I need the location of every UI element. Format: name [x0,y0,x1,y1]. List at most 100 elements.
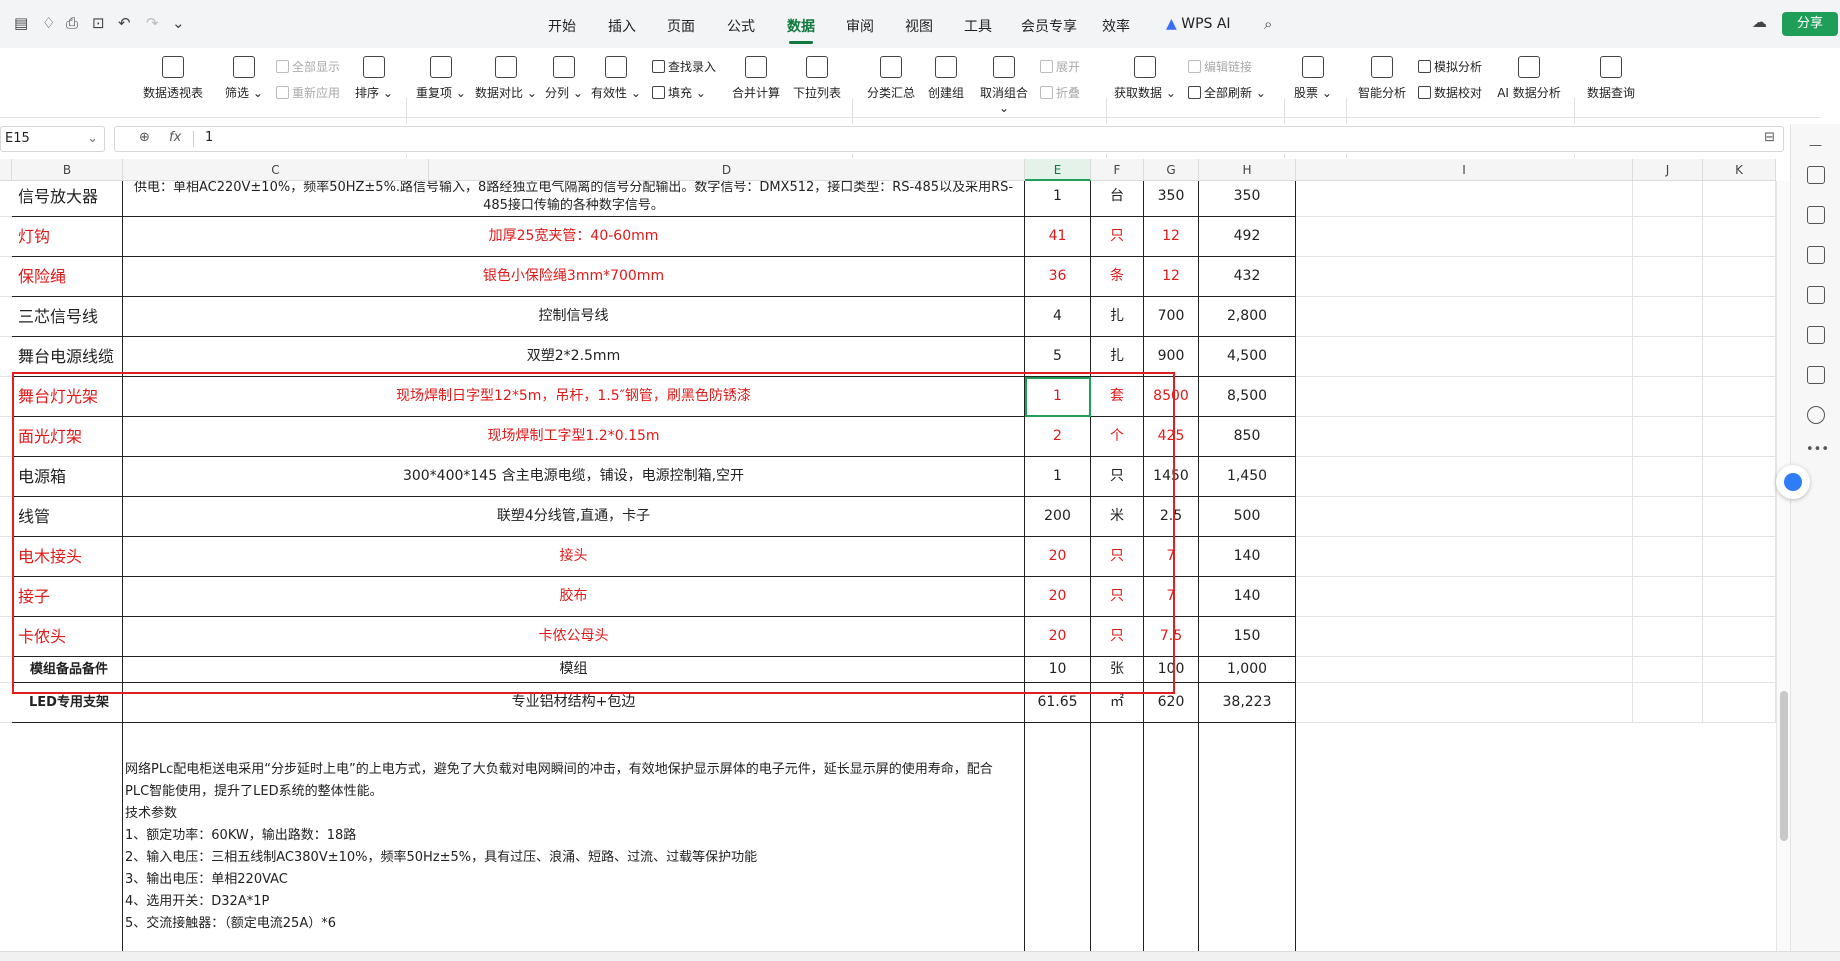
cell-qty[interactable]: 1 [1025,457,1091,497]
cell-qty[interactable]: 4 [1025,297,1091,337]
file-icon[interactable]: ▤ [14,14,28,32]
data-proofread-button[interactable]: 数据校对 [1418,84,1482,101]
cell-desc[interactable]: 加厚25宽夹管：40-60mm [123,217,1025,257]
tab-page[interactable]: 页面 [667,16,695,36]
tab-home[interactable]: 开始 [548,16,576,36]
what-if-button[interactable]: 模拟分析 [1418,58,1482,75]
cell-name[interactable]: 三芯信号线 [12,297,123,337]
pin-icon[interactable]: ♢ [42,14,55,32]
cell-unit[interactable]: 只 [1091,217,1144,257]
cursor-icon[interactable] [1807,166,1825,184]
empty-cell[interactable] [1703,537,1776,577]
share-button[interactable]: 分享 [1782,12,1838,36]
cell-unit[interactable]: 个 [1091,417,1144,457]
cell-desc[interactable]: 胶布 [123,577,1025,617]
cell-desc[interactable]: 供电：单相AC220V±10%，频率50HZ±5%.路信号输入，8路经独立电气隔… [123,181,1025,217]
cell-total[interactable]: 850 [1199,417,1296,457]
redo-icon[interactable]: ↷ [146,14,159,32]
tools-icon[interactable] [1807,286,1825,304]
cell-qty[interactable]: 20 [1025,537,1091,577]
tab-tools[interactable]: 工具 [964,16,992,36]
settings-icon[interactable] [1807,206,1825,224]
empty-cell[interactable] [1703,377,1776,417]
empty-cell[interactable] [1703,683,1776,723]
cell-name[interactable]: 电木接头 [12,537,123,577]
cell-qty[interactable]: 20 [1025,577,1091,617]
cell-qty[interactable]: 20 [1025,617,1091,657]
cell-unit[interactable]: 张 [1091,657,1144,683]
col-header-j[interactable]: J [1633,159,1703,181]
get-data-button[interactable]: 获取数据 ⌄ [1114,56,1176,101]
cell-qty[interactable]: 2 [1025,417,1091,457]
undo-icon[interactable]: ↶ [118,14,131,32]
cell-qty[interactable]: 41 [1025,217,1091,257]
expand-formula-icon[interactable]: ⊟ [1764,130,1775,145]
tab-insert[interactable]: 插入 [608,16,636,36]
expand-button[interactable]: 展开 [1040,58,1080,75]
cell-unit[interactable]: 只 [1091,457,1144,497]
empty-cell[interactable] [1703,181,1776,217]
cell-total[interactable]: 140 [1199,577,1296,617]
cell-name[interactable]: 信号放大器 [12,181,123,217]
cell-desc[interactable]: 控制信号线 [123,297,1025,337]
cell-desc[interactable]: 专业铝材结构+包边 [123,683,1025,723]
cell-unit[interactable]: 米 [1091,497,1144,537]
empty-cell[interactable] [1296,657,1633,683]
cell-unit[interactable]: 套 [1091,377,1144,417]
cell-price[interactable]: 620 [1144,683,1199,723]
ai-assistant-icon[interactable] [1776,465,1810,499]
cell-price[interactable]: 350 [1144,181,1199,217]
cell-name[interactable]: 保险绳 [12,257,123,297]
more-icon[interactable]: ••• [1806,442,1829,457]
cell-price[interactable]: 12 [1144,217,1199,257]
cell-desc[interactable]: 接头 [123,537,1025,577]
preview-icon[interactable]: ⊡ [92,14,105,32]
cell-qty[interactable]: 61.65 [1025,683,1091,723]
cell-unit[interactable]: ㎡ [1091,683,1144,723]
ai-data-analysis-button[interactable]: AI 数据分析 [1496,56,1562,101]
empty-cell[interactable] [1633,537,1703,577]
data-compare-button[interactable]: 数据对比 ⌄ [474,56,538,101]
empty-cell[interactable] [1091,723,1144,951]
show-all-button[interactable]: 全部显示 [276,58,340,75]
formula-input[interactable]: ⊕ fx 1 ⊟ [114,126,1784,152]
reapply-button[interactable]: 重新应用 [276,84,340,101]
empty-cell[interactable] [1296,577,1633,617]
cell-desc[interactable]: 双塑2*2.5mm [123,337,1025,377]
col-header-i[interactable]: I [1296,159,1633,181]
empty-cell[interactable] [1296,537,1633,577]
cell-name[interactable]: 线管 [12,497,123,537]
col-header-e[interactable]: E [1025,159,1091,181]
cell-total[interactable]: 1,450 [1199,457,1296,497]
cell-note[interactable]: 网络PLc配电柜送电采用“分步延时上电”的上电方式，避免了大负载对电网瞬间的冲击… [123,723,1025,951]
book-icon[interactable] [1807,366,1825,384]
empty-cell[interactable] [1144,723,1199,951]
cell-price[interactable]: 1450 [1144,457,1199,497]
empty-cell[interactable] [1633,577,1703,617]
cell-qty[interactable]: 1 [1025,377,1091,417]
tab-wps-ai[interactable]: ▲ WPS AI [1166,16,1231,32]
fx-icon[interactable]: fx [169,130,181,145]
cell-total[interactable]: 2,800 [1199,297,1296,337]
cell-unit[interactable]: 扎 [1091,297,1144,337]
cell-unit[interactable]: 只 [1091,617,1144,657]
empty-cell[interactable] [1703,217,1776,257]
empty-cell[interactable] [1296,257,1633,297]
data-query-button[interactable]: 数据查询 [1582,56,1640,101]
cell-desc[interactable]: 300*400*145 含主电源电缆，铺设，电源控制箱,空开 [123,457,1025,497]
empty-cell[interactable] [1633,181,1703,217]
cell-total[interactable]: 432 [1199,257,1296,297]
tab-member[interactable]: 会员专享 [1021,16,1077,36]
create-group-button[interactable]: 创建组 [924,56,968,101]
cell-qty[interactable]: 200 [1025,497,1091,537]
cell-total[interactable]: 350 [1199,181,1296,217]
cell-price[interactable]: 2.5 [1144,497,1199,537]
minimize-icon[interactable]: — [1809,138,1822,153]
empty-cell[interactable] [1296,337,1633,377]
refresh-all-button[interactable]: 全部刷新 ⌄ [1188,84,1266,101]
cell-name[interactable] [12,723,123,951]
pivot-table-button[interactable]: 数据透视表 [138,56,208,101]
cell-qty[interactable]: 5 [1025,337,1091,377]
cell-desc[interactable]: 联塑4分线管,直通，卡子 [123,497,1025,537]
cell-name[interactable]: 卡侬头 [12,617,123,657]
